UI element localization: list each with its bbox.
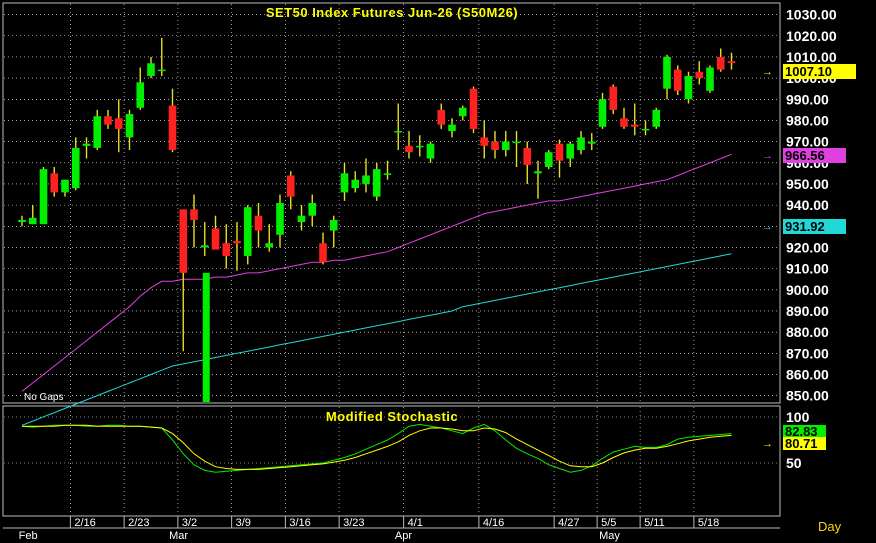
stochastic-d-label: 80.71: [785, 436, 818, 451]
volume-spike-bar: [202, 272, 210, 402]
price-tick-label: 880.00: [786, 324, 829, 340]
x-unit-label: Day: [818, 519, 842, 534]
candle: [684, 71, 693, 104]
ma1-label: 966.56: [785, 148, 825, 163]
price-tick-label: 1020.00: [786, 28, 837, 44]
price-chart: 850.00 860.00 870.00 880.00 890.00 900.00 910.…: [0, 0, 876, 543]
month-label: Feb: [19, 530, 38, 542]
ma2-label: 931.92: [785, 219, 825, 234]
date-tick-label: 2/16: [74, 517, 95, 529]
date-tick-label: 4/1: [408, 517, 423, 529]
ma1-arrow-icon: →: [762, 150, 773, 162]
candle: [609, 84, 618, 115]
date-tick-label: 3/2: [182, 517, 197, 529]
price-tick-label: 980.00: [786, 112, 829, 128]
date-tick-label: 3/23: [343, 517, 364, 529]
candle: [469, 86, 478, 134]
candle: [243, 205, 252, 265]
stochastic-tick-label: 50: [786, 455, 802, 471]
candle: [544, 150, 553, 170]
stochastic-title: Modified Stochastic: [326, 409, 458, 424]
price-tick-label: 910.00: [786, 261, 829, 277]
last-price-label: 1007.10: [785, 64, 832, 79]
stochastic-tick-label: 100: [786, 409, 810, 425]
last-price-arrow-icon: →: [762, 66, 773, 78]
price-tick-label: 850.00: [786, 388, 829, 404]
date-tick-label: 5/11: [644, 517, 665, 529]
date-tick-label: 5/18: [698, 517, 719, 529]
price-tick-label: 950.00: [786, 176, 829, 192]
date-tick-label: 4/27: [558, 517, 579, 529]
month-label: Mar: [169, 530, 188, 542]
price-tick-label: 870.00: [786, 345, 829, 361]
date-tick-label: 2/23: [128, 517, 149, 529]
price-tick-label: 940.00: [786, 197, 829, 213]
month-label: Apr: [395, 530, 412, 542]
candle: [652, 107, 661, 129]
stochastic-d-marker: → 80.71: [762, 436, 826, 451]
price-tick-label: 860.00: [786, 366, 829, 382]
candle: [39, 167, 48, 225]
date-tick-label: 5/5: [601, 517, 616, 529]
price-tick-label: 1010.00: [786, 49, 837, 65]
candle: [706, 65, 714, 93]
candle: [673, 65, 682, 96]
ma2-arrow-icon: →: [762, 221, 773, 233]
date-tick-label: 4/16: [483, 517, 504, 529]
no-gaps-note: No Gaps: [24, 392, 63, 403]
price-tick-label: 990.00: [786, 91, 829, 107]
price-tick-label: 890.00: [786, 303, 829, 319]
price-tick-label: 1030.00: [786, 7, 837, 23]
chart-background: [0, 0, 876, 543]
date-tick-label: 3/16: [289, 517, 310, 529]
date-tick-label: 3/9: [236, 517, 251, 529]
chart-title: SET50 Index Futures Jun-26 (S50M26): [266, 5, 518, 20]
stochastic-d-arrow-icon: →: [762, 438, 773, 450]
price-tick-label: 900.00: [786, 282, 829, 298]
month-label: May: [599, 530, 620, 542]
price-tick-label: 920.00: [786, 239, 829, 255]
